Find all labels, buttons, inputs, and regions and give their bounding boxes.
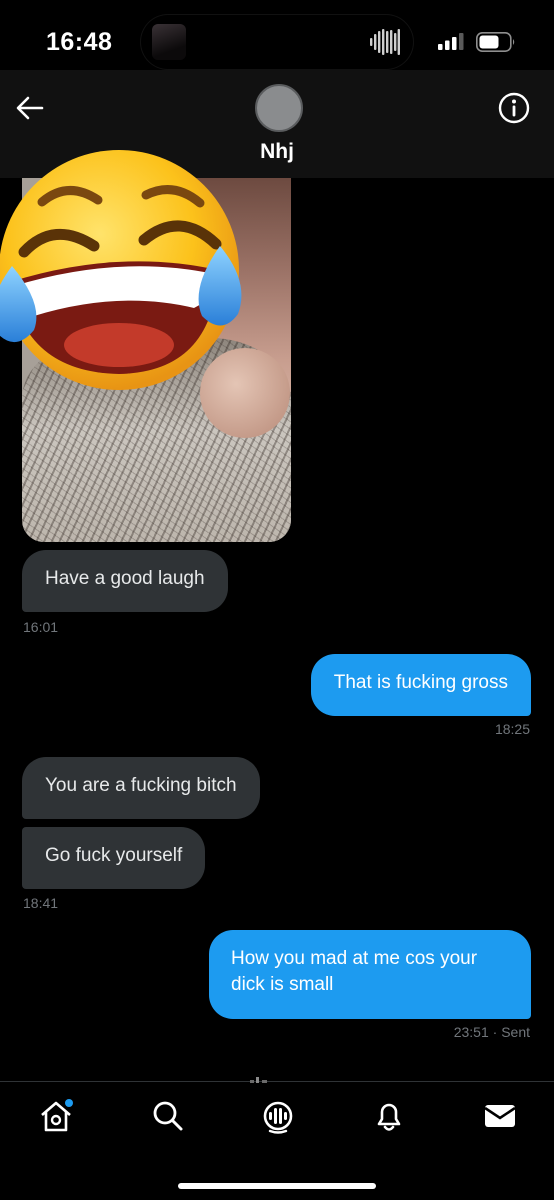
face-with-tears-of-joy-emoji — [0, 150, 242, 390]
typing-indicator-icon — [250, 1077, 267, 1083]
message-bubble-incoming[interactable]: Have a good laugh — [22, 550, 228, 612]
messages-icon[interactable] — [482, 1098, 518, 1134]
home-icon[interactable] — [38, 1098, 74, 1134]
contact-avatar[interactable] — [255, 84, 303, 132]
message-timestamp: 16:01 — [23, 619, 59, 635]
now-playing-thumbnail — [152, 24, 186, 60]
home-indicator[interactable] — [178, 1183, 376, 1189]
message-bubble-outgoing[interactable]: That is fucking gross — [310, 654, 531, 716]
audio-waveform-icon — [370, 29, 400, 55]
message-bubble-incoming[interactable]: Go fuck yourself — [22, 827, 206, 889]
notifications-icon[interactable] — [371, 1098, 407, 1134]
status-time: 16:48 — [46, 28, 113, 56]
message-timestamp: 18:25 — [494, 721, 530, 737]
arrow-left-icon[interactable] — [14, 92, 46, 124]
info-icon[interactable] — [496, 90, 532, 126]
spaces-icon[interactable] — [260, 1098, 296, 1134]
cellular-signal-icon — [438, 33, 464, 50]
message-timestamp: 18:41 — [23, 895, 59, 911]
message-bubble-outgoing[interactable]: How you mad at me cos your dick is small — [209, 930, 531, 1019]
search-icon[interactable] — [150, 1098, 186, 1134]
message-status: 23:51 · Sent — [453, 1024, 530, 1040]
battery-icon — [476, 32, 515, 52]
message-bubble-incoming[interactable]: You are a fucking bitch — [22, 757, 260, 819]
